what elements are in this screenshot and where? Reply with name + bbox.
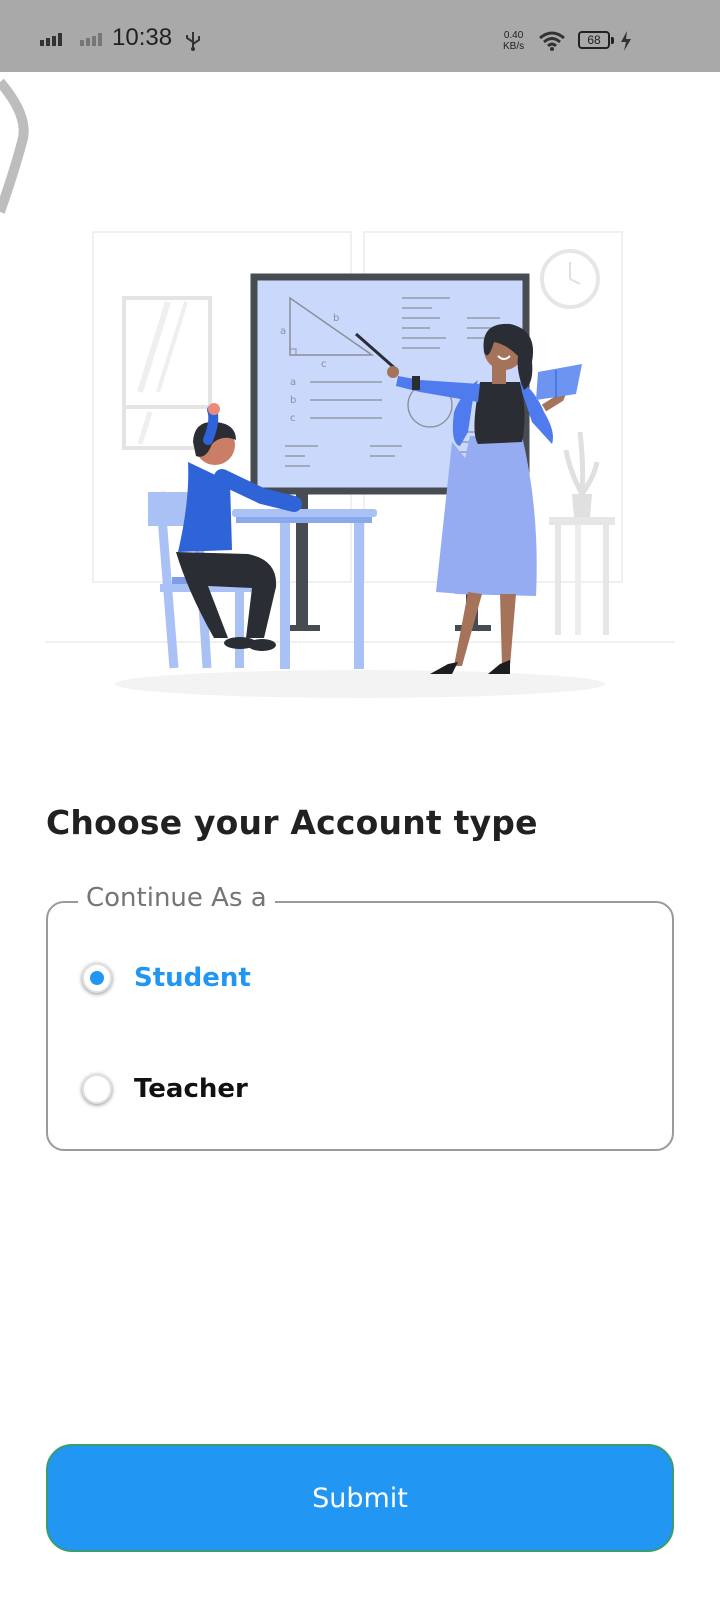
- board-label-c2: c: [290, 413, 296, 424]
- battery-icon: 68: [578, 31, 614, 49]
- plant-stand-decoration: [549, 431, 615, 635]
- account-type-group: Continue As a Student Teacher: [46, 883, 674, 1151]
- status-bar: 10:38 0.40 KB/s 68: [0, 0, 720, 72]
- edge-curve-decoration: [0, 78, 29, 214]
- group-legend: Continue As a: [78, 883, 275, 913]
- charging-icon: [621, 31, 631, 51]
- submit-button[interactable]: Submit: [46, 1444, 674, 1552]
- clock: 10:38: [112, 24, 173, 51]
- speed-value: 0.40: [503, 30, 524, 41]
- option-student-label: Student: [134, 963, 251, 993]
- board-label-b2: b: [290, 395, 296, 406]
- usb-icon: [186, 32, 200, 51]
- radio-teacher[interactable]: [82, 1074, 112, 1104]
- speed-unit: KB/s: [503, 41, 525, 52]
- wifi-icon: [539, 31, 565, 51]
- window-decoration: [122, 296, 212, 450]
- board-label-a: a: [280, 326, 286, 337]
- teacher-classroom-illustration: a b c a b c: [0, 78, 675, 698]
- signal-weak-icon: [80, 33, 102, 46]
- wall-clock-decoration: [540, 249, 600, 309]
- option-teacher-label: Teacher: [134, 1074, 248, 1104]
- signal-icon: [40, 33, 62, 46]
- page-title: Choose your Account type: [46, 803, 538, 842]
- board-label-a2: a: [290, 377, 296, 388]
- network-speed: 0.40 KB/s: [503, 30, 524, 52]
- board-label-b: b: [333, 313, 339, 324]
- option-teacher[interactable]: Teacher: [82, 1069, 248, 1109]
- option-student[interactable]: Student: [82, 958, 251, 998]
- radio-student[interactable]: [82, 963, 112, 993]
- board-label-c: c: [321, 359, 327, 370]
